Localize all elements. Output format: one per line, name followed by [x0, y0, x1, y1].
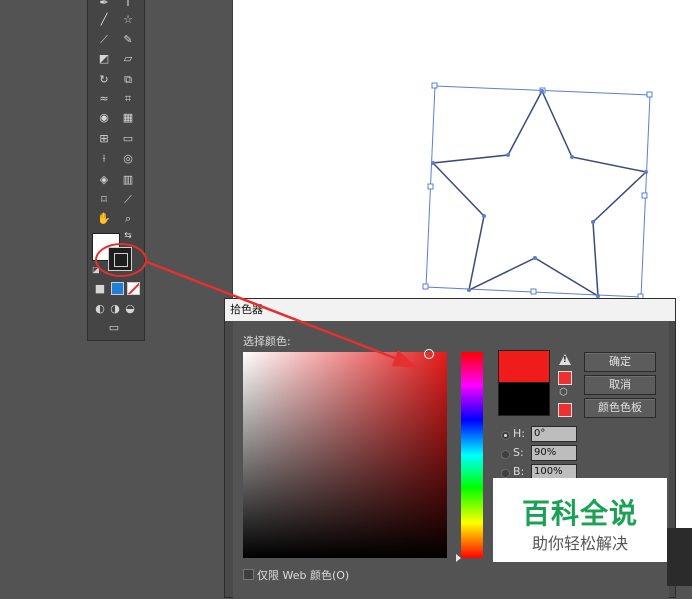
background-panel — [667, 528, 692, 586]
watermark-title: 百科全说 — [521, 497, 638, 530]
watermark-logo: 百科全说 助你轻松解决 — [493, 478, 667, 562]
watermark-subtitle: 助你轻松解决 — [531, 534, 628, 553]
